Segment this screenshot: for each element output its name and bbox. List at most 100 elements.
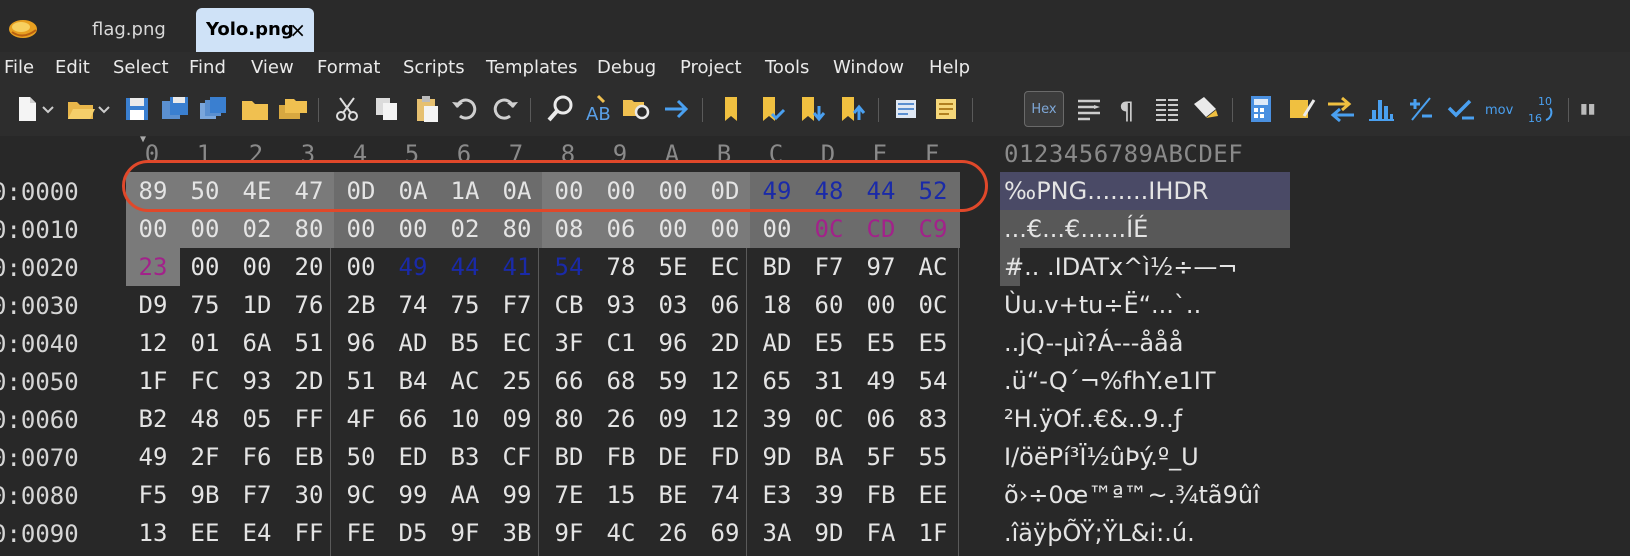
hex-byte[interactable]: DE <box>646 438 700 476</box>
hex-byte[interactable]: 18 <box>750 286 804 324</box>
save-as-icon[interactable] <box>158 92 192 126</box>
redo-icon[interactable] <box>488 92 522 126</box>
hex-byte[interactable]: 55 <box>906 438 960 476</box>
ascii-row[interactable]: ...€...€......ÍÉ <box>1004 210 1148 248</box>
hex-byte[interactable]: 9D <box>750 438 804 476</box>
next-bookmark-icon[interactable] <box>794 92 828 126</box>
menu-scripts[interactable]: Scripts <box>403 52 465 84</box>
run-template-icon[interactable] <box>930 92 964 126</box>
hex-byte[interactable]: C9 <box>906 210 960 248</box>
hex-byte[interactable]: CF <box>490 438 544 476</box>
hex-byte[interactable]: 4F <box>334 400 388 438</box>
hex-byte[interactable]: 80 <box>542 400 596 438</box>
hex-byte[interactable]: 2D <box>698 324 752 362</box>
hex-byte[interactable]: 30 <box>282 476 336 514</box>
hex-byte[interactable]: FA <box>854 514 908 552</box>
hex-byte[interactable]: 00 <box>334 248 388 286</box>
goto-arrow-icon[interactable] <box>660 92 694 126</box>
check-operation-icon[interactable] <box>1444 92 1478 126</box>
hex-byte[interactable]: 96 <box>646 324 700 362</box>
hex-byte[interactable]: FB <box>594 438 648 476</box>
hex-byte[interactable]: 12 <box>126 324 180 362</box>
hex-byte[interactable]: AC <box>906 248 960 286</box>
hex-byte[interactable]: 0C <box>802 210 856 248</box>
hex-byte[interactable]: 54 <box>906 362 960 400</box>
menu-tools[interactable]: Tools <box>765 52 809 84</box>
calculator-icon[interactable] <box>1244 92 1278 126</box>
hex-byte[interactable]: 23 <box>126 248 180 286</box>
hex-byte[interactable]: 51 <box>334 362 388 400</box>
hex-byte[interactable]: 1F <box>906 514 960 552</box>
hex-byte[interactable]: 9D <box>802 514 856 552</box>
undo-icon[interactable] <box>448 92 482 126</box>
hex-byte[interactable]: F7 <box>230 476 284 514</box>
base-converter-icon[interactable]: 10 16 <box>1524 92 1558 126</box>
hex-byte[interactable]: AD <box>750 324 804 362</box>
hex-byte[interactable]: 66 <box>386 400 440 438</box>
histogram-icon[interactable] <box>1364 92 1398 126</box>
ascii-row[interactable]: I/öëPí³Ï½ûÞý.º_U <box>1004 438 1199 476</box>
hex-byte[interactable]: 10 <box>438 400 492 438</box>
hex-byte[interactable]: B2 <box>126 400 180 438</box>
hex-byte[interactable]: F5 <box>126 476 180 514</box>
hex-byte[interactable]: 93 <box>594 286 648 324</box>
hex-byte[interactable]: EC <box>490 324 544 362</box>
replace-icon[interactable]: AB <box>582 92 616 126</box>
hex-byte[interactable]: BD <box>542 438 596 476</box>
hex-byte[interactable]: 02 <box>438 210 492 248</box>
ascii-row[interactable]: .îäÿþÕŸ;ŸL&i:.ú. <box>1004 514 1195 552</box>
hex-byte[interactable]: EE <box>178 514 232 552</box>
hex-byte[interactable]: BE <box>646 476 700 514</box>
hex-byte[interactable]: B5 <box>438 324 492 362</box>
hex-byte[interactable]: 9F <box>542 514 596 552</box>
hex-byte[interactable]: 3F <box>542 324 596 362</box>
columns-icon[interactable] <box>1150 92 1184 126</box>
hex-byte[interactable]: 68 <box>594 362 648 400</box>
hex-byte[interactable]: 08 <box>542 210 596 248</box>
ascii-row[interactable]: #.. .IDATx^ì½÷—¬ <box>1004 248 1237 286</box>
hex-byte[interactable]: E5 <box>802 324 856 362</box>
hex-byte[interactable]: 39 <box>802 476 856 514</box>
hex-byte[interactable]: E5 <box>854 324 908 362</box>
hex-byte[interactable]: 00 <box>698 210 752 248</box>
hex-byte[interactable]: 5F <box>854 438 908 476</box>
hex-byte[interactable]: 9B <box>178 476 232 514</box>
hex-byte[interactable]: EC <box>698 248 752 286</box>
hex-byte[interactable]: 74 <box>698 476 752 514</box>
hex-byte[interactable]: 09 <box>646 400 700 438</box>
hex-byte[interactable]: AC <box>438 362 492 400</box>
hex-byte[interactable]: 78 <box>594 248 648 286</box>
save-all-icon[interactable] <box>196 92 230 126</box>
hex-byte[interactable]: E3 <box>750 476 804 514</box>
hex-byte[interactable]: 49 <box>126 438 180 476</box>
hex-byte[interactable]: 3B <box>490 514 544 552</box>
hex-byte[interactable]: 80 <box>490 210 544 248</box>
hex-byte[interactable]: AD <box>386 324 440 362</box>
hex-byte[interactable]: 06 <box>854 400 908 438</box>
hex-byte[interactable]: 00 <box>178 248 232 286</box>
hex-mode-toggle[interactable]: Hex <box>1024 91 1064 127</box>
hex-byte[interactable]: 44 <box>438 248 492 286</box>
hex-byte[interactable]: 00 <box>230 248 284 286</box>
hex-byte[interactable]: 12 <box>698 400 752 438</box>
hex-byte[interactable]: EB <box>282 438 336 476</box>
hex-byte[interactable]: D5 <box>386 514 440 552</box>
hex-byte[interactable]: 1D <box>230 286 284 324</box>
hex-byte[interactable]: 83 <box>906 400 960 438</box>
hex-byte[interactable]: 00 <box>178 210 232 248</box>
hex-byte[interactable]: 75 <box>178 286 232 324</box>
plus-minus-icon[interactable] <box>1404 92 1438 126</box>
chevron-down-icon[interactable] <box>40 92 56 126</box>
hex-byte[interactable]: 6A <box>230 324 284 362</box>
hex-byte[interactable]: 3A <box>750 514 804 552</box>
hex-byte[interactable]: 2B <box>334 286 388 324</box>
menu-help[interactable]: Help <box>929 52 970 84</box>
hex-byte[interactable]: E5 <box>906 324 960 362</box>
hex-byte[interactable]: 93 <box>230 362 284 400</box>
menu-format[interactable]: Format <box>317 52 380 84</box>
hex-byte[interactable]: 31 <box>802 362 856 400</box>
bookmark-icon[interactable] <box>714 92 748 126</box>
find-in-files-icon[interactable] <box>620 92 654 126</box>
hex-byte[interactable]: ED <box>386 438 440 476</box>
disassembler-icon[interactable]: mov <box>1484 92 1518 126</box>
